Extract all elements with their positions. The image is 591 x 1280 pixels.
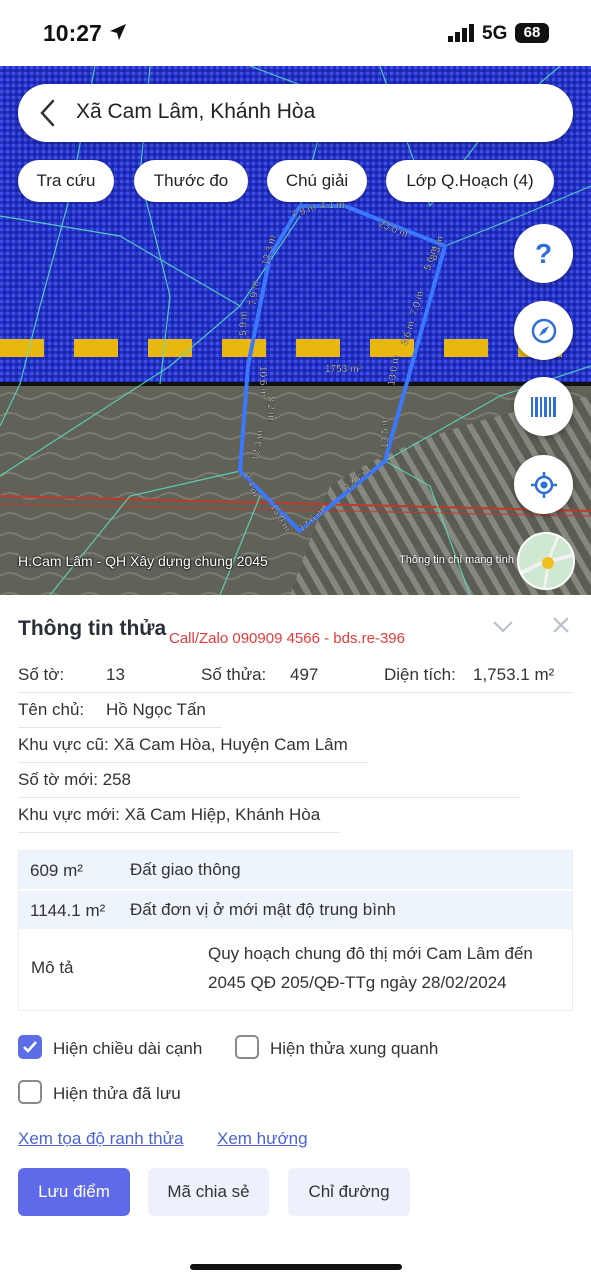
land-area: 609 m² xyxy=(30,861,83,880)
map-disclaimer: Thông tin chỉ mang tính xyxy=(399,554,514,566)
show-edges-checkbox[interactable] xyxy=(18,1035,42,1059)
so-to-label: Số tờ: xyxy=(18,665,65,684)
land-use-table: 609 m² Đất giao thông 1144.1 m² Đất đơn … xyxy=(18,850,573,1011)
area-label: 1753 m² xyxy=(325,364,362,375)
show-saved-label[interactable]: Hiện thửa đã lưu xyxy=(53,1084,181,1104)
directions-button[interactable]: Chỉ đường xyxy=(288,1168,410,1216)
location-arrow-icon xyxy=(108,22,128,47)
so-thua-value: 497 xyxy=(290,665,319,684)
view-direction-link[interactable]: Xem hướng xyxy=(217,1129,308,1149)
row-so-to: Số tờ: 13 Số thửa: 497 Diện tích: 1,753.… xyxy=(18,665,573,685)
minimap-button[interactable] xyxy=(517,532,575,590)
land-type: Đất đơn vị ở mới mật độ trung bình xyxy=(130,900,396,919)
divider xyxy=(18,832,340,833)
show-saved-checkbox[interactable] xyxy=(18,1080,42,1104)
divider xyxy=(18,692,573,693)
save-point-button[interactable]: Lưu điểm xyxy=(18,1168,130,1216)
dien-tich-value: 1,753.1 m² xyxy=(473,665,555,684)
chip-tra-cuu[interactable]: Tra cứu xyxy=(18,160,114,202)
search-title[interactable]: Xã Cam Lâm, Khánh Hòa xyxy=(76,100,315,124)
checkmark-icon xyxy=(23,1041,37,1053)
edge-label: 13.5 m xyxy=(380,417,391,448)
row-chu: Tên chủ: Hồ Ngọc Tấn xyxy=(18,700,206,720)
so-to-value: 13 xyxy=(106,665,125,684)
back-arrow-icon[interactable] xyxy=(38,98,58,133)
close-icon[interactable] xyxy=(551,615,571,640)
chip-lop-quy-hoach[interactable]: Lớp Q.Hoạch (4) xyxy=(386,160,554,202)
parcel-info-panel: Thông tin thửa Call/Zalo 090909 4566 - b… xyxy=(0,595,591,1280)
divider xyxy=(18,762,368,763)
dien-tich-label: Diện tích: xyxy=(384,665,456,684)
status-bar: 10:27 5G 68 xyxy=(0,0,591,66)
description-label: Mô tả xyxy=(31,958,74,977)
chu-label: Tên chủ: xyxy=(18,700,85,719)
edge-label: 8.2 m xyxy=(265,396,276,421)
barcode-button[interactable] xyxy=(514,377,573,436)
so-thua-label: Số thửa: xyxy=(201,665,267,684)
khu-vuc-cu: Khu vực cũ: Xã Cam Hòa, Huyện Cam Lâm xyxy=(18,735,348,754)
layer-label: H.Cam Lâm - QH Xây dựng chung 2045 xyxy=(18,553,268,569)
divider xyxy=(18,727,222,728)
edge-label: 10.6 m xyxy=(257,366,268,397)
show-neighbors-label[interactable]: Hiện thửa xung quanh xyxy=(270,1039,438,1059)
chevron-down-icon[interactable] xyxy=(492,615,514,642)
map-view[interactable]: 7.9 m 4.1 m 23.0 m 12.3 m 7.9 m 5.9 m 5.… xyxy=(0,66,591,595)
divider xyxy=(18,797,520,798)
panel-title: Thông tin thửa xyxy=(18,617,167,640)
search-bar[interactable]: Xã Cam Lâm, Khánh Hòa xyxy=(18,84,573,142)
question-icon: ? xyxy=(534,237,553,269)
view-coords-link[interactable]: Xem tọa độ ranh thửa xyxy=(18,1129,183,1149)
chu-value: Hồ Ngọc Tấn xyxy=(106,700,206,719)
chip-thuoc-do[interactable]: Thước đo xyxy=(134,160,248,202)
battery-indicator: 68 xyxy=(515,23,549,43)
description-text: Quy hoạch chung đô thị mới Cam Lâm đến 2… xyxy=(208,944,533,992)
show-edges-label[interactable]: Hiện chiều dài cạnh xyxy=(53,1039,202,1059)
promo-text: Call/Zalo 090909 4566 - bds.re-396 xyxy=(169,630,405,647)
edge-label: 7.9 m xyxy=(248,280,261,306)
compass-icon xyxy=(531,318,556,343)
map-canvas: 7.9 m 4.1 m 23.0 m 12.3 m 7.9 m 5.9 m 5.… xyxy=(0,66,591,595)
home-indicator[interactable] xyxy=(190,1264,402,1270)
barcode-icon xyxy=(530,396,556,417)
help-button[interactable]: ? xyxy=(514,224,573,283)
so-to-moi: Số tờ mới: 258 xyxy=(18,770,132,789)
compass-button[interactable] xyxy=(514,301,573,360)
table-row: 609 m² Đất giao thông xyxy=(19,851,572,889)
khu-vuc-moi: Khu vực mới: Xã Cam Hiệp, Khánh Hòa xyxy=(18,805,321,824)
clock: 10:27 xyxy=(43,20,102,46)
edge-label: 5.9 m xyxy=(238,311,250,336)
chip-chu-giai[interactable]: Chú giải xyxy=(267,160,367,202)
network-label: 5G xyxy=(482,23,508,44)
table-row: 1144.1 m² Đất đơn vị ở mới mật độ trung … xyxy=(19,891,572,929)
land-type: Đất giao thông xyxy=(130,860,241,879)
locate-icon xyxy=(530,471,557,498)
share-code-button[interactable]: Mã chia sẻ xyxy=(148,1168,269,1216)
show-neighbors-checkbox[interactable] xyxy=(235,1035,259,1059)
locate-button[interactable] xyxy=(514,455,573,514)
land-area: 1144.1 m² xyxy=(30,901,106,920)
signal-icon xyxy=(448,24,476,47)
